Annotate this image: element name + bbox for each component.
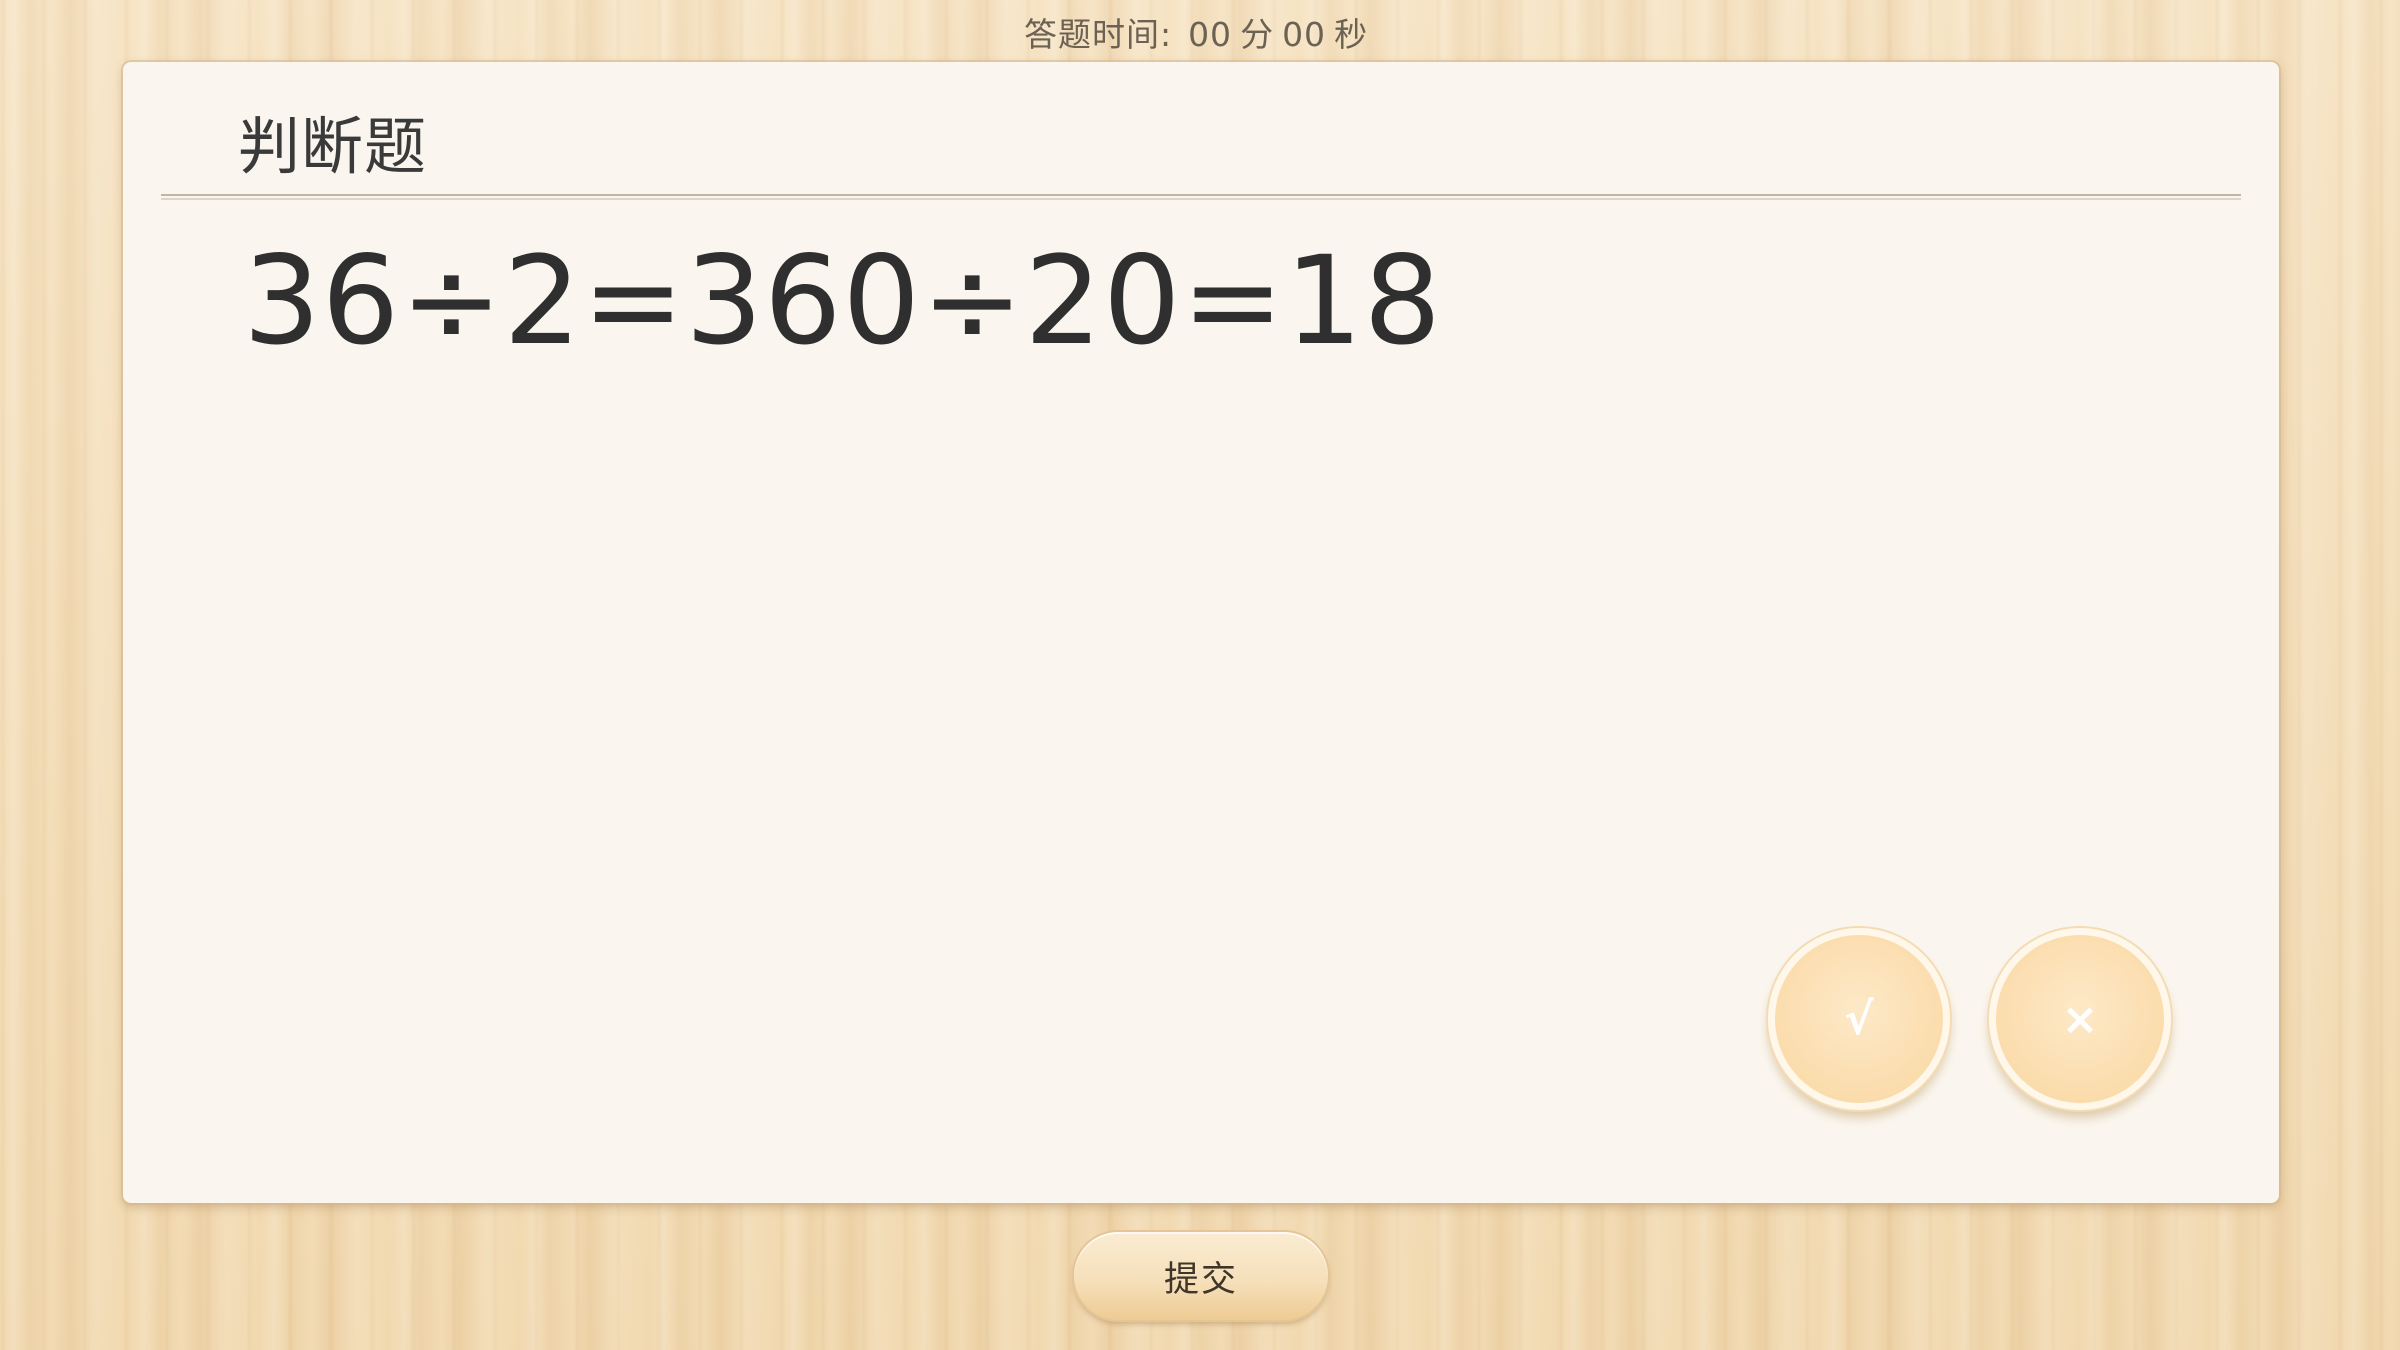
- submit-button[interactable]: 提交: [1074, 1232, 1328, 1320]
- timer-label: 答题时间:: [1023, 15, 1173, 54]
- timer-minutes-unit: 分: [1240, 15, 1275, 54]
- timer-seconds: 00: [1282, 15, 1327, 54]
- timer-seconds-unit: 秒: [1334, 15, 1369, 54]
- submit-button-label: 提交: [1163, 1259, 1238, 1300]
- false-answer-button[interactable]: ×: [1989, 928, 2171, 1110]
- check-icon: √: [1844, 993, 1874, 1045]
- timer-display: 答题时间: 00 分 00 秒: [0, 8, 2400, 56]
- timer-minutes: 00: [1188, 15, 1233, 54]
- title-divider: [161, 194, 2241, 200]
- cross-icon: ×: [2061, 993, 2099, 1045]
- question-card: 判断题 36÷2=360÷20=18 √ ×: [123, 62, 2279, 1203]
- question-text: 36÷2=360÷20=18: [243, 230, 1443, 372]
- true-answer-button[interactable]: √: [1768, 928, 1950, 1110]
- question-type-title: 判断题: [238, 110, 428, 183]
